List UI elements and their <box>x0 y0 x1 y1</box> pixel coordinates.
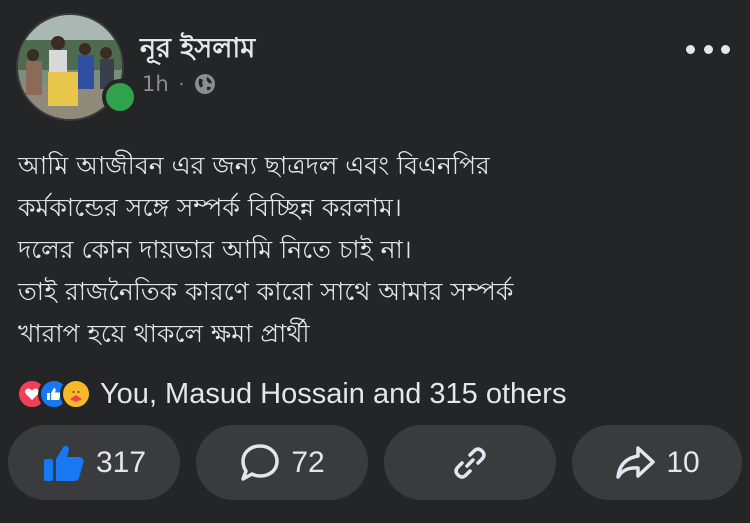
share-arrow-icon <box>616 445 656 479</box>
share-count: 10 <box>666 445 700 479</box>
author-avatar[interactable] <box>16 13 138 121</box>
share-button[interactable]: 10 <box>572 425 742 500</box>
care-icon <box>60 378 92 410</box>
reactions-summary[interactable]: You, Masud Hossain and 315 others <box>100 378 566 411</box>
comment-button[interactable]: 72 <box>196 425 368 500</box>
reaction-icons <box>16 378 92 410</box>
like-button[interactable]: 317 <box>8 425 180 500</box>
reactions-bar[interactable]: You, Masud Hossain and 315 others <box>16 374 566 414</box>
thumbs-up-icon <box>43 445 84 481</box>
meta-separator: · <box>178 73 185 95</box>
more-dot-icon <box>703 44 713 54</box>
like-count: 317 <box>95 445 147 479</box>
copy-link-button[interactable] <box>384 425 556 500</box>
more-options-button[interactable] <box>686 40 730 58</box>
post-time[interactable]: 1h <box>142 72 169 96</box>
more-dot-icon <box>686 44 695 54</box>
post-body-text: আমি আজীবন এর জন্য ছাত্রদল এবং বিএনপির কর… <box>18 151 514 348</box>
author-name[interactable]: নূর ইসলাম <box>140 28 255 73</box>
action-bar: 317 72 10 <box>0 425 750 500</box>
comment-count: 72 <box>291 445 325 479</box>
globe-icon[interactable] <box>194 73 216 95</box>
more-dot-icon <box>721 44 730 54</box>
link-icon <box>454 446 486 479</box>
online-status-dot <box>102 79 138 115</box>
post-meta: 1h · <box>142 72 216 96</box>
comment-icon <box>241 443 280 481</box>
post-header: নূর ইসলাম 1h · <box>0 0 750 121</box>
